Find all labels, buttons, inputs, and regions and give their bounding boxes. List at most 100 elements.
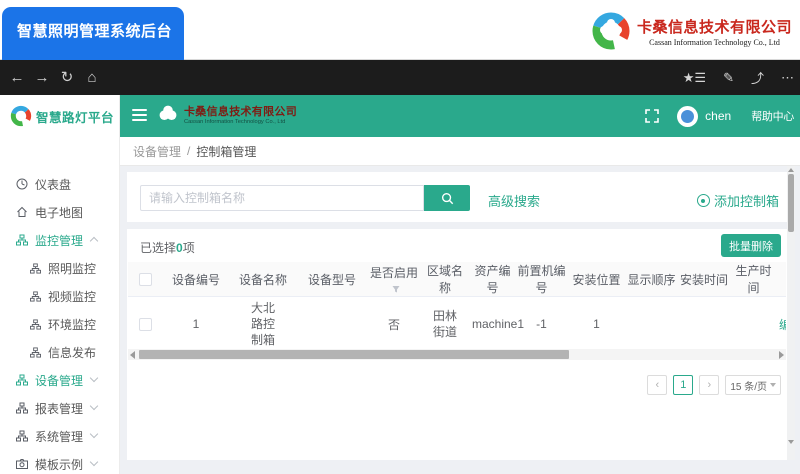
- sidebar-item-info-publish[interactable]: 信息发布: [0, 338, 119, 366]
- sitemap-icon: [16, 430, 28, 442]
- screen: 智慧照明管理系统后台 卡桑信息技术有限公司 Cassan Information…: [0, 0, 800, 474]
- cell-device-model: [296, 297, 368, 349]
- cell-install-location: 1: [568, 297, 625, 349]
- sitemap-icon: [16, 234, 28, 246]
- page-size-select[interactable]: 15 条/页: [725, 375, 781, 395]
- col-asset-no: 资产编号: [470, 262, 515, 297]
- sidebar-collapse-icon[interactable]: [132, 109, 147, 122]
- header-brand: 卡桑信息技术有限公司 Cassan Information Technology…: [156, 102, 297, 126]
- cell-device-name: 大北路控制箱: [230, 297, 296, 349]
- table-row: 1 大北路控制箱 否 田林街道 machine1 -1 1 编辑: [128, 297, 786, 349]
- chevron-down-icon: [90, 374, 98, 382]
- select-all-checkbox[interactable]: [139, 273, 152, 286]
- row-checkbox[interactable]: [139, 318, 152, 331]
- sitemap-icon: [16, 402, 28, 414]
- avatar[interactable]: [677, 106, 698, 127]
- col-display-order: 显示顺序: [625, 262, 678, 297]
- forward-icon[interactable]: →: [30, 60, 54, 95]
- camera-icon: [16, 458, 28, 470]
- main-content: 高级搜索 添加控制箱 已选择0项 批量删除: [120, 166, 800, 474]
- sidebar-item-monitor-mgmt[interactable]: 监控管理: [0, 226, 119, 254]
- col-install-location: 安装位置: [568, 262, 625, 297]
- cell-device-id: 1: [162, 297, 230, 349]
- add-circle-icon: [697, 194, 710, 207]
- device-table: 设备编号 设备名称 设备型号 是否启用 区域名称 资产编号 前置机编号 安装位置…: [128, 262, 786, 348]
- sidebar-item-template-demo[interactable]: 模板示例: [0, 450, 119, 474]
- horizontal-scrollbar[interactable]: [128, 349, 786, 360]
- next-page-button[interactable]: ›: [699, 375, 719, 395]
- back-icon[interactable]: ←: [5, 60, 29, 95]
- annotate-pen-icon[interactable]: ✎: [723, 70, 734, 86]
- scroll-left-icon[interactable]: [130, 351, 135, 359]
- sidebar-item-report-mgmt[interactable]: 报表管理: [0, 394, 119, 422]
- breadcrumb-current: 控制箱管理: [196, 143, 256, 160]
- col-enabled: 是否启用: [368, 262, 420, 297]
- scroll-right-icon[interactable]: [779, 351, 784, 359]
- scroll-down-icon[interactable]: [788, 440, 794, 444]
- breadcrumb: 设备管理 / 控制箱管理: [120, 137, 800, 166]
- col-front-machine-no: 前置机编号: [515, 262, 568, 297]
- sidebar-item-device-mgmt[interactable]: 设备管理: [0, 366, 119, 394]
- edit-link[interactable]: 编辑: [777, 297, 786, 349]
- browser-tab[interactable]: 智慧照明管理系统后台: [2, 7, 184, 60]
- vertical-scroll-thumb[interactable]: [788, 174, 794, 232]
- col-install-time: 安装时间: [678, 262, 730, 297]
- col-production-time: 生产时间: [730, 262, 777, 297]
- sidebar-item-dashboard[interactable]: 仪表盘: [0, 170, 119, 198]
- refresh-icon[interactable]: ↻: [55, 60, 79, 95]
- browser-tab-title: 智慧照明管理系统后台: [17, 23, 172, 40]
- cell-enabled: 否: [368, 297, 420, 349]
- chevron-down-icon: [90, 430, 98, 438]
- search-input[interactable]: [140, 185, 424, 211]
- platform-logo: 智慧路灯平台: [0, 95, 120, 137]
- cell-install-time: [678, 297, 730, 349]
- search-panel: 高级搜索 添加控制箱: [127, 172, 787, 222]
- help-center-link[interactable]: 帮助中心: [751, 108, 794, 124]
- window-title-band: 智慧照明管理系统后台 卡桑信息技术有限公司 Cassan Information…: [0, 0, 800, 60]
- username: chen: [705, 109, 731, 123]
- sidebar-item-env-monitor[interactable]: 环境监控: [0, 310, 119, 338]
- home-icon[interactable]: ⌂: [80, 60, 104, 95]
- table-header-row: 设备编号 设备名称 设备型号 是否启用 区域名称 资产编号 前置机编号 安装位置…: [128, 262, 786, 297]
- home-icon: [16, 206, 28, 218]
- breadcrumb-parent[interactable]: 设备管理: [133, 143, 181, 160]
- sidebar-item-map[interactable]: 电子地图: [0, 198, 119, 226]
- platform-logo-icon: [10, 105, 32, 127]
- header-brand-cloud-icon: [156, 102, 180, 126]
- gauge-icon: [16, 178, 28, 190]
- share-icon[interactable]: ⤴: [751, 68, 764, 87]
- sitemap-icon: [16, 374, 28, 386]
- browser-toolbar: ← → ↻ ⌂ localhost :3000/equipment/device…: [0, 60, 800, 95]
- advanced-search-link[interactable]: 高级搜索: [488, 191, 540, 210]
- company-logo-icon: [591, 11, 631, 51]
- sitemap-icon: [30, 291, 41, 302]
- selection-summary: 已选择0项: [140, 239, 195, 256]
- batch-delete-button[interactable]: 批量删除: [721, 234, 781, 257]
- add-controlbox-link[interactable]: 添加控制箱: [697, 191, 779, 210]
- sidebar-item-video-monitor[interactable]: 视频监控: [0, 282, 119, 310]
- chevron-down-icon: [770, 383, 776, 387]
- selected-count: 0: [176, 241, 183, 255]
- favorites-list-icon[interactable]: ★☰: [683, 70, 706, 86]
- more-menu-icon[interactable]: ⋯: [781, 70, 794, 86]
- cell-production-time: [730, 297, 777, 349]
- scroll-up-icon[interactable]: [788, 168, 794, 172]
- filter-icon[interactable]: [392, 285, 400, 293]
- chevron-up-icon: [90, 237, 98, 245]
- sitemap-icon: [30, 263, 41, 274]
- col-operation: [777, 262, 786, 297]
- pagination: ‹ 1 › 15 条/页: [647, 375, 781, 395]
- sidebar-item-system-mgmt[interactable]: 系统管理: [0, 422, 119, 450]
- vertical-scrollbar[interactable]: [787, 166, 795, 460]
- company-logo: 卡桑信息技术有限公司 Cassan Information Technology…: [591, 6, 792, 56]
- col-device-name: 设备名称: [230, 262, 296, 297]
- header-brand-cn: 卡桑信息技术有限公司: [184, 103, 297, 119]
- search-button[interactable]: [424, 185, 470, 211]
- prev-page-button[interactable]: ‹: [647, 375, 667, 395]
- fullscreen-icon[interactable]: [645, 109, 659, 123]
- sidebar-item-light-monitor[interactable]: 照明监控: [0, 254, 119, 282]
- chevron-down-icon: [90, 458, 98, 466]
- sitemap-icon: [30, 347, 41, 358]
- horizontal-scroll-thumb[interactable]: [139, 350, 569, 359]
- page-number-button[interactable]: 1: [673, 375, 693, 395]
